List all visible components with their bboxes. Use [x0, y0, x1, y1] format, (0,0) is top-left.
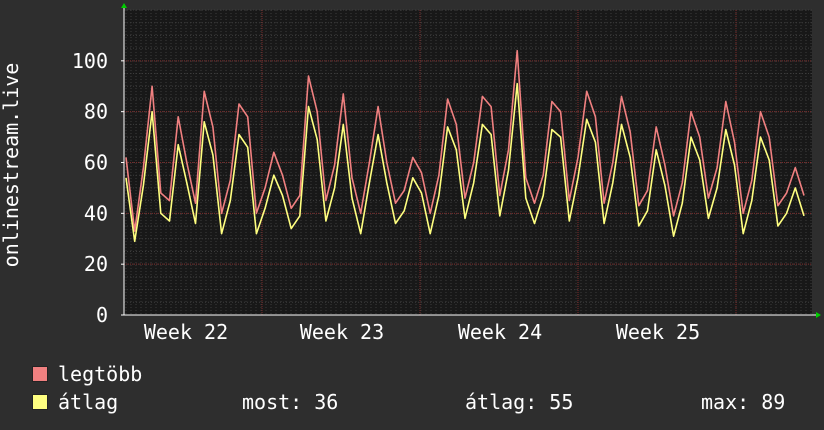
y-tick-label: 40: [84, 201, 108, 225]
y-tick-label: 100: [72, 49, 108, 73]
legend-label-avg: átlag: [58, 390, 119, 414]
y-tick-label: 20: [84, 252, 108, 276]
y-tick-label: 80: [84, 100, 108, 124]
y-tick-label: 0: [96, 303, 108, 327]
x-tick-label: Week 22: [144, 320, 228, 344]
x-tick-label: Week 23: [300, 320, 384, 344]
y-axis-arrow: [121, 3, 127, 8]
legend-row-max: legtöbb: [30, 362, 810, 390]
legend-swatch-avg: [32, 394, 48, 410]
x-tick-label: Week 25: [616, 320, 700, 344]
x-axis-arrow: [816, 312, 821, 318]
legend-swatch-max: [32, 366, 48, 382]
legend-label-max: legtöbb: [58, 362, 143, 386]
legend-row-avg: átlag most: 36 átlag: 55 max: 89: [30, 390, 810, 418]
x-tick-label: Week 24: [458, 320, 542, 344]
chart: onlinestream.live 0 20 40 60 80 100 Week 22 Wee…: [0, 3, 821, 344]
stat-maximum: max: 89: [701, 390, 786, 414]
legend: legtöbb átlag most: 36 átlag: 55 max: 89: [30, 362, 810, 418]
y-axis-label: onlinestream.live: [0, 63, 23, 268]
stat-now: most: 36: [242, 390, 339, 414]
y-tick-label: 60: [84, 151, 108, 175]
stat-average: átlag: 55: [465, 390, 574, 414]
